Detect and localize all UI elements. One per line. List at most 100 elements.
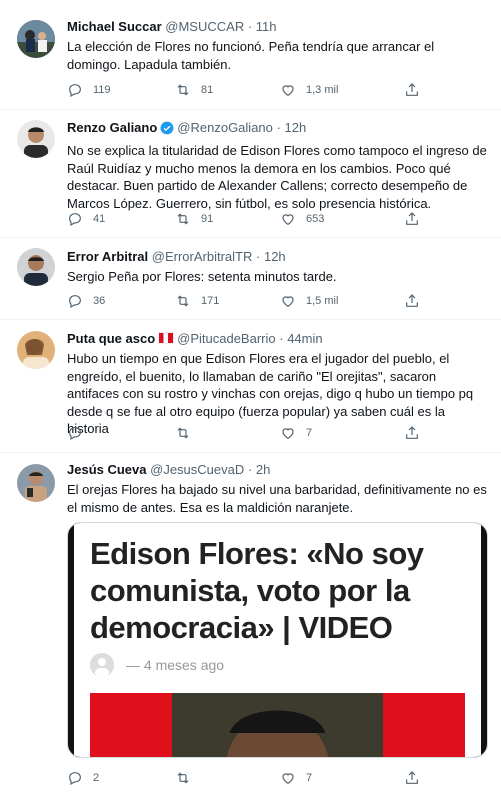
author-handle[interactable]: @MSUCCAR xyxy=(165,19,244,34)
reply-icon xyxy=(69,295,81,309)
retweet-button[interactable]: 81 xyxy=(175,80,213,100)
author-name[interactable]: Puta que asco xyxy=(67,331,155,346)
reply-count: 41 xyxy=(93,213,106,225)
like-button[interactable]: 1,3 mil xyxy=(280,80,338,100)
retweet-button[interactable] xyxy=(175,423,201,443)
tweet-header: Michael Succar @MSUCCAR · 11h xyxy=(67,19,277,34)
timestamp[interactable]: 11h xyxy=(256,19,277,34)
person-photo xyxy=(172,693,383,757)
retweet-icon xyxy=(177,295,189,307)
share-icon xyxy=(406,426,418,439)
avatar[interactable] xyxy=(17,248,55,286)
retweet-count: 91 xyxy=(201,213,214,225)
like-button[interactable]: 7 xyxy=(280,423,312,443)
video-thumbnail xyxy=(90,693,465,757)
share-button[interactable] xyxy=(404,423,420,443)
like-button[interactable]: 653 xyxy=(280,209,324,229)
like-count: 7 xyxy=(306,427,313,439)
retweet-icon xyxy=(177,84,189,96)
retweet-button[interactable] xyxy=(175,768,201,788)
author-handle[interactable]: @ErrorArbitralTR xyxy=(152,249,253,264)
share-icon xyxy=(406,83,418,96)
reply-count: 119 xyxy=(93,84,111,96)
like-button[interactable]: 7 xyxy=(280,768,312,788)
like-count: 7 xyxy=(306,772,313,784)
tweet-actions: 2 7 xyxy=(67,768,427,788)
timestamp[interactable]: 2h xyxy=(256,462,270,477)
media-card[interactable]: Edison Flores: «No soy comunista, voto p… xyxy=(67,522,488,758)
reply-icon xyxy=(69,84,81,98)
like-count: 1,3 mil xyxy=(306,84,339,96)
reply-button[interactable] xyxy=(67,423,93,443)
share-button[interactable] xyxy=(404,291,420,311)
timestamp[interactable]: 12h xyxy=(284,120,306,135)
reply-icon xyxy=(69,427,81,441)
avatar[interactable] xyxy=(17,20,55,58)
reply-count: 36 xyxy=(93,295,106,307)
reply-count: 2 xyxy=(93,772,100,784)
retweet-button[interactable]: 171 xyxy=(175,291,219,311)
reply-icon xyxy=(69,213,81,227)
avatar[interactable] xyxy=(17,464,55,502)
media-image: Edison Flores: «No soy comunista, voto p… xyxy=(74,523,481,757)
share-button[interactable] xyxy=(404,209,420,229)
retweet-count: 81 xyxy=(201,84,214,96)
tweet-header: Jesús Cueva @JesusCuevaD · 2h xyxy=(67,462,271,477)
tweet-text: No se explica la titularidad de Edison F… xyxy=(67,143,487,211)
retweet-icon xyxy=(177,427,189,439)
retweet-icon xyxy=(177,213,189,225)
like-icon xyxy=(282,296,294,308)
media-headline: Edison Flores: «No soy comunista, voto p… xyxy=(90,536,424,645)
tweet[interactable]: Renzo Galiano @RenzoGaliano · 12h No se e… xyxy=(0,110,501,238)
verified-badge-icon xyxy=(160,121,174,139)
author-handle[interactable]: @RenzoGaliano xyxy=(177,120,273,135)
tweet[interactable]: Puta que asco @PitucadeBarrio · 44min Hub… xyxy=(0,320,501,453)
share-button[interactable] xyxy=(404,768,420,788)
share-icon xyxy=(406,294,418,307)
share-icon xyxy=(406,212,418,225)
like-icon xyxy=(282,214,294,226)
tweet-header: Renzo Galiano @RenzoGaliano · 12h xyxy=(67,119,489,139)
tweet-text: La elección de Flores no funcionó. Peña … xyxy=(67,39,435,72)
reply-button[interactable]: 2 xyxy=(67,768,99,788)
author-handle[interactable]: @JesusCuevaD xyxy=(150,462,244,477)
avatar[interactable] xyxy=(17,120,55,158)
tweet-actions: 119 81 1,3 mil xyxy=(67,80,427,100)
author-name[interactable]: Jesús Cueva xyxy=(67,462,147,477)
author-name[interactable]: Error Arbitral xyxy=(67,249,148,264)
retweet-button[interactable]: 91 xyxy=(175,209,213,229)
like-count: 1,5 mil xyxy=(306,295,339,307)
reply-button[interactable]: 41 xyxy=(67,209,105,229)
timestamp[interactable]: 44min xyxy=(287,331,322,346)
tweet-actions: 41 91 653 xyxy=(67,209,427,229)
tweet-text: Sergio Peña por Flores: setenta minutos … xyxy=(67,269,337,284)
share-button[interactable] xyxy=(404,80,420,100)
author-name[interactable]: Renzo Galiano xyxy=(67,120,157,135)
like-count: 653 xyxy=(306,213,325,225)
tweet[interactable]: Error Arbitral @ErrorArbitralTR · 12h Se… xyxy=(0,238,501,320)
like-icon xyxy=(282,428,294,440)
share-icon xyxy=(406,771,418,784)
tweet-actions: 7 xyxy=(67,423,427,443)
retweet-count: 171 xyxy=(201,295,220,307)
tweet-text: El orejas Flores ha bajado su nivel una … xyxy=(67,482,487,515)
author-handle[interactable]: @PitucadeBarrio xyxy=(177,331,275,346)
author-name[interactable]: Michael Succar xyxy=(67,19,162,34)
retweet-icon xyxy=(177,772,189,784)
timestamp[interactable]: 12h xyxy=(264,249,286,264)
tweet[interactable]: Michael Succar @MSUCCAR · 11h La elecció… xyxy=(0,0,501,110)
media-byline: — 4 meses ago xyxy=(90,650,224,680)
avatar[interactable] xyxy=(17,331,55,369)
like-button[interactable]: 1,5 mil xyxy=(280,291,338,311)
media-timestamp: — 4 meses ago xyxy=(126,657,225,673)
like-icon xyxy=(282,773,294,785)
reply-icon xyxy=(69,772,81,786)
like-icon xyxy=(282,85,294,97)
author-placeholder-icon xyxy=(90,653,114,677)
tweet-header: Puta que asco @PitucadeBarrio · 44min xyxy=(67,331,323,346)
reply-button[interactable]: 36 xyxy=(67,291,105,311)
reply-button[interactable]: 119 xyxy=(67,80,111,100)
tweet-actions: 36 171 1,5 mil xyxy=(67,291,427,311)
peru-flag-icon xyxy=(158,332,175,344)
tweet-header: Error Arbitral @ErrorArbitralTR · 12h xyxy=(67,249,286,264)
